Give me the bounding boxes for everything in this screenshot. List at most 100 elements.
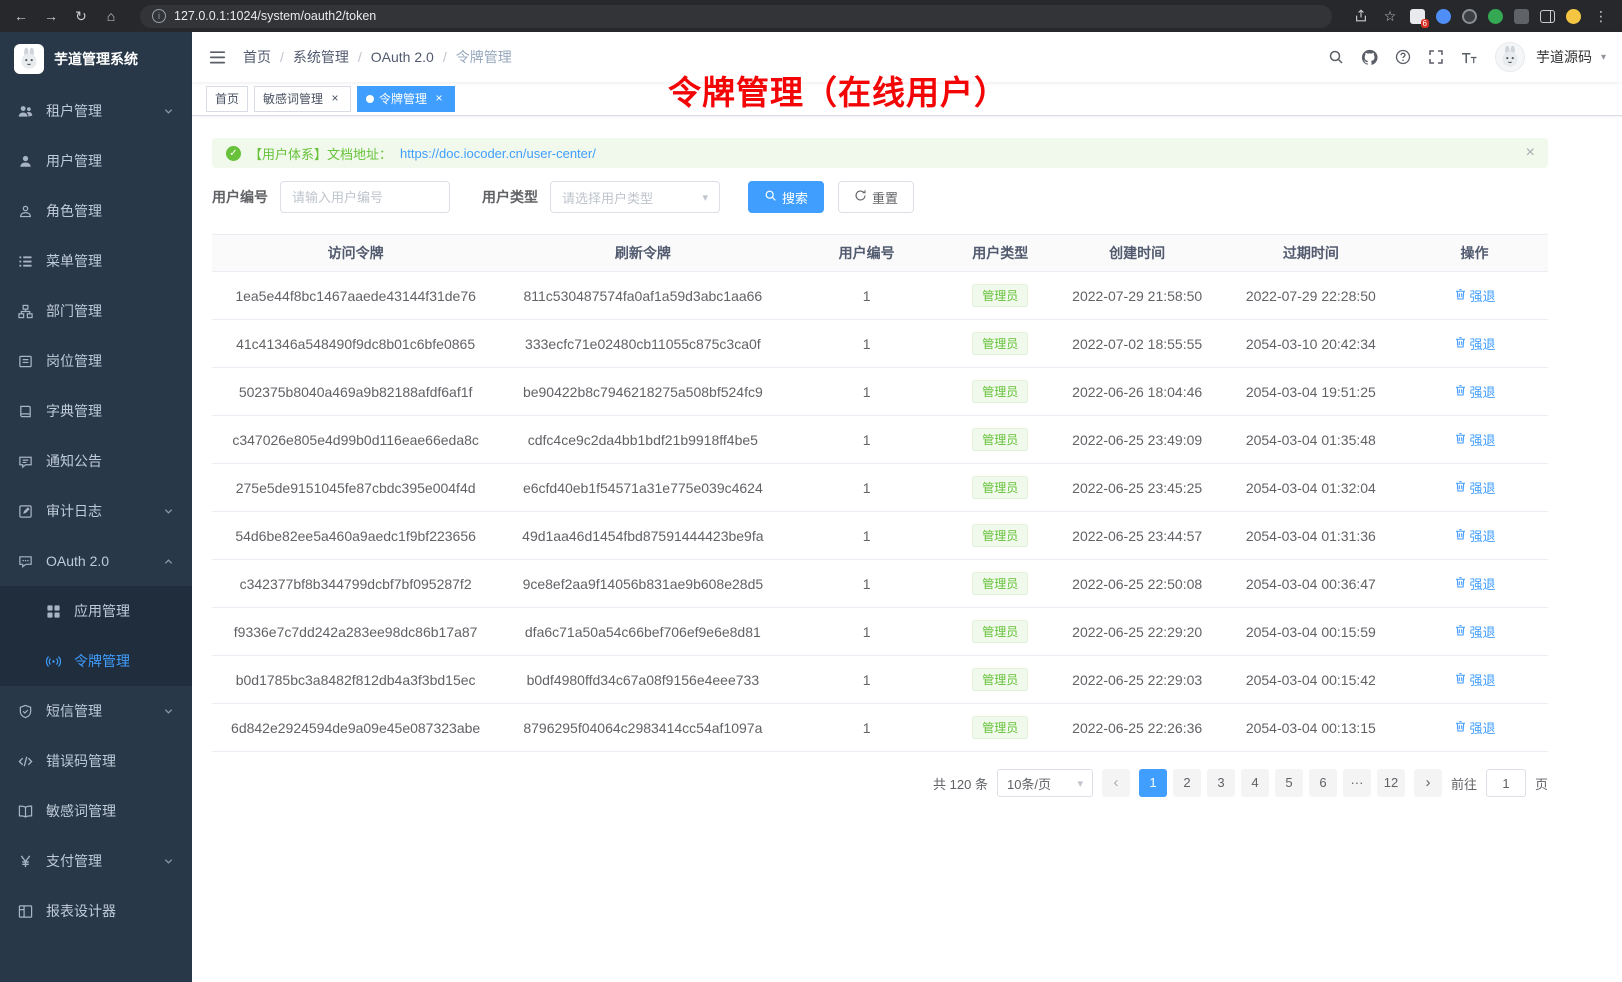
sidebar-item-menu[interactable]: 菜单管理 (0, 236, 192, 286)
doc-link[interactable]: https://doc.iocoder.cn/user-center/ (400, 146, 596, 161)
token-table: 访问令牌刷新令牌用户编号用户类型创建时间过期时间操作 1ea5e44f8bc14… (212, 234, 1548, 752)
sidebar-item-dept[interactable]: 部门管理 (0, 286, 192, 336)
sidebar-item-tenant[interactable]: 租户管理 (0, 86, 192, 136)
browser-menu-icon[interactable]: ⋮ (1592, 8, 1610, 25)
share-icon[interactable] (1352, 9, 1370, 23)
user-type-select[interactable]: 请选择用户类型 ▾ (550, 181, 720, 213)
sidebar-item-user[interactable]: 用户管理 (0, 136, 192, 186)
sidebar-item-sensitive[interactable]: 敏感词管理 (0, 786, 192, 836)
navbar-tools: 芋道源码 ▾ (1328, 42, 1606, 72)
tab-token[interactable]: 令牌管理 × (357, 86, 455, 112)
pager-page-12[interactable]: 12 (1377, 769, 1405, 797)
pager-page-5[interactable]: 5 (1275, 769, 1303, 797)
sidebar-item-oauth[interactable]: OAuth 2.0 (0, 536, 192, 586)
extension-icon-4[interactable] (1488, 9, 1503, 24)
sidebar-item-post[interactable]: 岗位管理 (0, 336, 192, 386)
tab-close-icon[interactable]: × (328, 92, 342, 106)
user-id-input[interactable] (280, 181, 450, 213)
browser-chrome: ← → ↻ ⌂ i 127.0.0.1:1024/system/oauth2/t… (0, 0, 1622, 32)
chevron-down-icon[interactable]: ▾ (1601, 52, 1606, 63)
sidebar-item-errcode[interactable]: 错误码管理 (0, 736, 192, 786)
sidebar-item-audit[interactable]: 审计日志 (0, 486, 192, 536)
audit-icon (18, 504, 34, 519)
expire-time-cell: 2054-03-04 01:32:04 (1221, 464, 1401, 512)
pager-page-6[interactable]: 6 (1309, 769, 1337, 797)
force-logout-button[interactable]: 强退 (1454, 622, 1496, 641)
search-icon[interactable] (1328, 49, 1344, 65)
pager-more-button[interactable]: ··· (1343, 769, 1371, 797)
forward-icon[interactable]: → (42, 8, 60, 24)
user-id-cell: 1 (786, 272, 946, 320)
pager-page-1[interactable]: 1 (1139, 769, 1167, 797)
breadcrumb-home[interactable]: 首页 (243, 47, 271, 67)
tab-home[interactable]: 首页 (206, 86, 248, 112)
address-bar[interactable]: i 127.0.0.1:1024/system/oauth2/token (140, 5, 1332, 28)
extensions-puzzle-icon[interactable] (1514, 9, 1529, 24)
fullscreen-icon[interactable] (1428, 49, 1444, 65)
dept-icon (18, 304, 34, 319)
prev-page-button[interactable]: ‹ (1102, 769, 1130, 797)
logo-image (14, 44, 44, 74)
force-logout-button[interactable]: 强退 (1454, 478, 1496, 497)
pager-page-3[interactable]: 3 (1207, 769, 1235, 797)
page-size-select[interactable]: 10条/页 ▾ (997, 769, 1093, 797)
reset-button[interactable]: 重置 (838, 181, 914, 213)
sidebar-item-role[interactable]: 角色管理 (0, 186, 192, 236)
create-time-cell: 2022-06-25 22:50:08 (1054, 560, 1221, 608)
sidebar-item-sms[interactable]: 短信管理 (0, 686, 192, 736)
force-logout-button[interactable]: 强退 (1454, 334, 1496, 353)
sidebar-item-notice[interactable]: 通知公告 (0, 436, 192, 486)
site-info-icon[interactable]: i (152, 9, 166, 23)
access-token-cell: b0d1785bc3a8482f812db4a3f3bd15ec (212, 656, 499, 704)
force-logout-button[interactable]: 强退 (1454, 430, 1496, 449)
github-icon[interactable] (1361, 49, 1378, 66)
pager-page-2[interactable]: 2 (1173, 769, 1201, 797)
username[interactable]: 芋道源码 (1536, 47, 1592, 67)
tab-label: 令牌管理 (379, 90, 427, 107)
extension-icon-3[interactable] (1462, 9, 1477, 24)
create-time-cell: 2022-07-02 18:55:55 (1054, 320, 1221, 368)
force-logout-button[interactable]: 强退 (1454, 574, 1496, 593)
tab-close-icon[interactable]: × (432, 92, 446, 106)
sidebar-item-token[interactable]: 令牌管理 (0, 636, 192, 686)
help-icon[interactable] (1395, 49, 1411, 65)
pager-page-4[interactable]: 4 (1241, 769, 1269, 797)
sidebar-item-app[interactable]: 应用管理 (0, 586, 192, 636)
alert-close-icon[interactable]: × (1526, 145, 1535, 161)
sidebar-item-label: 租户管理 (46, 101, 163, 121)
sidebar-item-dict[interactable]: 字典管理 (0, 386, 192, 436)
action-cell: 强退 (1401, 464, 1548, 512)
hamburger-icon[interactable] (208, 48, 227, 67)
search-button[interactable]: 搜索 (748, 181, 824, 213)
dict-icon (18, 404, 34, 419)
tab-sensitive[interactable]: 敏感词管理× (254, 86, 351, 112)
reload-icon[interactable]: ↻ (72, 8, 90, 25)
extension-icon-1[interactable]: 6 (1410, 9, 1425, 24)
force-logout-button[interactable]: 强退 (1454, 526, 1496, 545)
breadcrumb-system[interactable]: 系统管理 (293, 47, 349, 67)
app-logo[interactable]: 芋道管理系统 (0, 32, 192, 86)
tenant-icon (18, 104, 34, 119)
expire-time-cell: 2054-03-04 00:15:42 (1221, 656, 1401, 704)
chevron-down-icon (163, 706, 174, 717)
sidebar-item-report[interactable]: 报表设计器 (0, 886, 192, 936)
force-logout-button[interactable]: 强退 (1454, 286, 1496, 305)
force-logout-button[interactable]: 强退 (1454, 718, 1496, 737)
sidebar-item-label: 支付管理 (46, 851, 163, 871)
next-page-button[interactable]: › (1414, 769, 1442, 797)
post-icon (18, 354, 34, 369)
bookmark-star-icon[interactable]: ☆ (1381, 8, 1399, 25)
user-avatar[interactable] (1495, 42, 1525, 72)
goto-page-input[interactable] (1486, 769, 1526, 797)
home-icon[interactable]: ⌂ (102, 8, 120, 24)
font-size-icon[interactable] (1461, 50, 1478, 65)
profile-avatar-icon[interactable] (1566, 9, 1581, 24)
sidebar-toggle-icon[interactable] (1540, 10, 1555, 23)
extension-icon-2[interactable] (1436, 9, 1451, 24)
force-logout-button[interactable]: 强退 (1454, 670, 1496, 689)
force-logout-button[interactable]: 强退 (1454, 382, 1496, 401)
back-icon[interactable]: ← (12, 8, 30, 24)
breadcrumb-oauth[interactable]: OAuth 2.0 (371, 49, 434, 65)
sidebar-item-pay[interactable]: 支付管理 (0, 836, 192, 886)
active-tab-dot (366, 95, 374, 103)
